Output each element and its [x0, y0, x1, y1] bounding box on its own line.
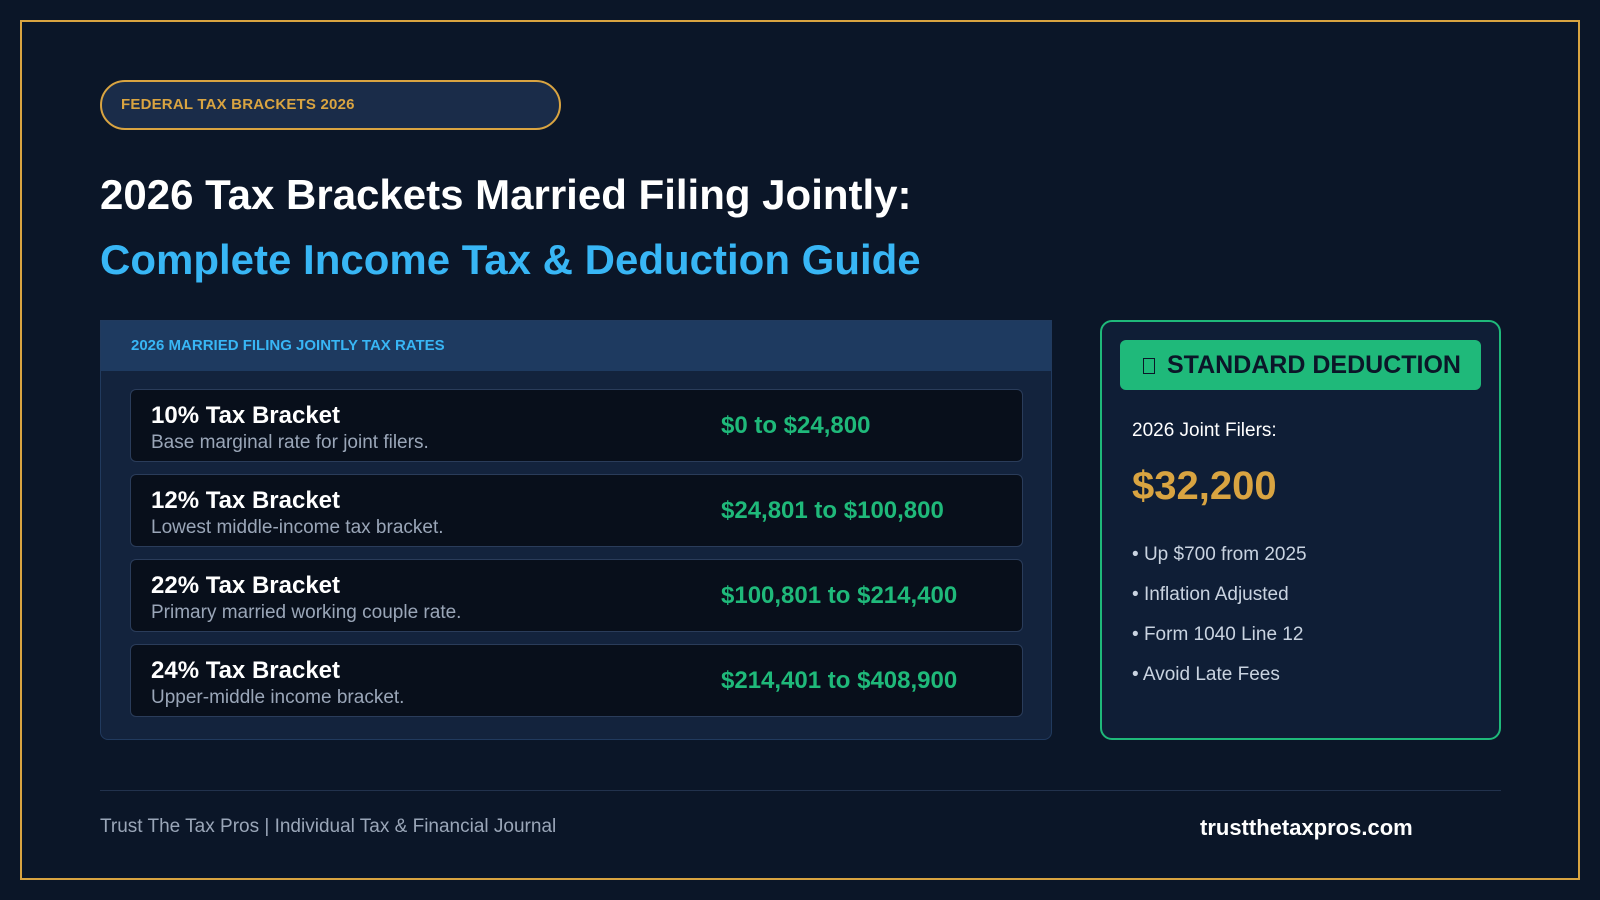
- bracket-row: 10% Tax Bracket Base marginal rate for j…: [130, 389, 1023, 462]
- list-item: Up $700 from 2025: [1132, 544, 1307, 566]
- bracket-name: 22% Tax Bracket: [151, 572, 340, 599]
- bracket-row: 22% Tax Bracket Primary married working …: [130, 559, 1023, 632]
- standard-deduction-card: STANDARD DEDUCTION 2026 Joint Filers: $3…: [1100, 320, 1501, 740]
- bracket-name: 10% Tax Bracket: [151, 402, 340, 429]
- footer-website-link[interactable]: trustthetaxpros.com: [1200, 815, 1413, 841]
- bracket-row: 12% Tax Bracket Lowest middle-income tax…: [130, 474, 1023, 547]
- bracket-range: $0 to $24,800: [721, 412, 871, 439]
- bracket-name: 12% Tax Bracket: [151, 487, 340, 514]
- bracket-range: $214,401 to $408,900: [721, 667, 958, 694]
- tax-rates-panel: 2026 MARRIED FILING JOINTLY TAX RATES 10…: [100, 320, 1052, 740]
- bracket-range: $100,801 to $214,400: [721, 582, 958, 609]
- deduction-list: Up $700 from 2025 Inflation Adjusted For…: [1132, 544, 1307, 704]
- bracket-range: $24,801 to $100,800: [721, 497, 944, 524]
- list-item: Avoid Late Fees: [1132, 664, 1307, 686]
- bracket-description: Lowest middle-income tax bracket.: [151, 517, 444, 538]
- deduction-amount: $32,200: [1132, 464, 1277, 508]
- standard-deduction-heading: STANDARD DEDUCTION: [1167, 351, 1461, 379]
- page-subtitle: Complete Income Tax & Deduction Guide: [100, 236, 921, 283]
- bracket-row: 24% Tax Bracket Upper-middle income brac…: [130, 644, 1023, 717]
- bracket-name: 24% Tax Bracket: [151, 657, 340, 684]
- list-item: Form 1040 Line 12: [1132, 624, 1307, 646]
- deduction-subtitle: 2026 Joint Filers:: [1132, 420, 1277, 441]
- document-icon: [1143, 358, 1155, 374]
- page-title: 2026 Tax Brackets Married Filing Jointly…: [100, 171, 912, 218]
- bracket-description: Primary married working couple rate.: [151, 602, 462, 623]
- tax-rates-header: 2026 MARRIED FILING JOINTLY TAX RATES: [101, 321, 1051, 371]
- standard-deduction-header: STANDARD DEDUCTION: [1120, 340, 1481, 390]
- footer-publication: Trust The Tax Pros | Individual Tax & Fi…: [100, 816, 557, 837]
- list-item: Inflation Adjusted: [1132, 584, 1307, 606]
- bracket-description: Upper-middle income bracket.: [151, 687, 405, 708]
- footer-divider: [100, 790, 1501, 791]
- category-badge: FEDERAL TAX BRACKETS 2026: [100, 80, 561, 130]
- bracket-description: Base marginal rate for joint filers.: [151, 432, 429, 453]
